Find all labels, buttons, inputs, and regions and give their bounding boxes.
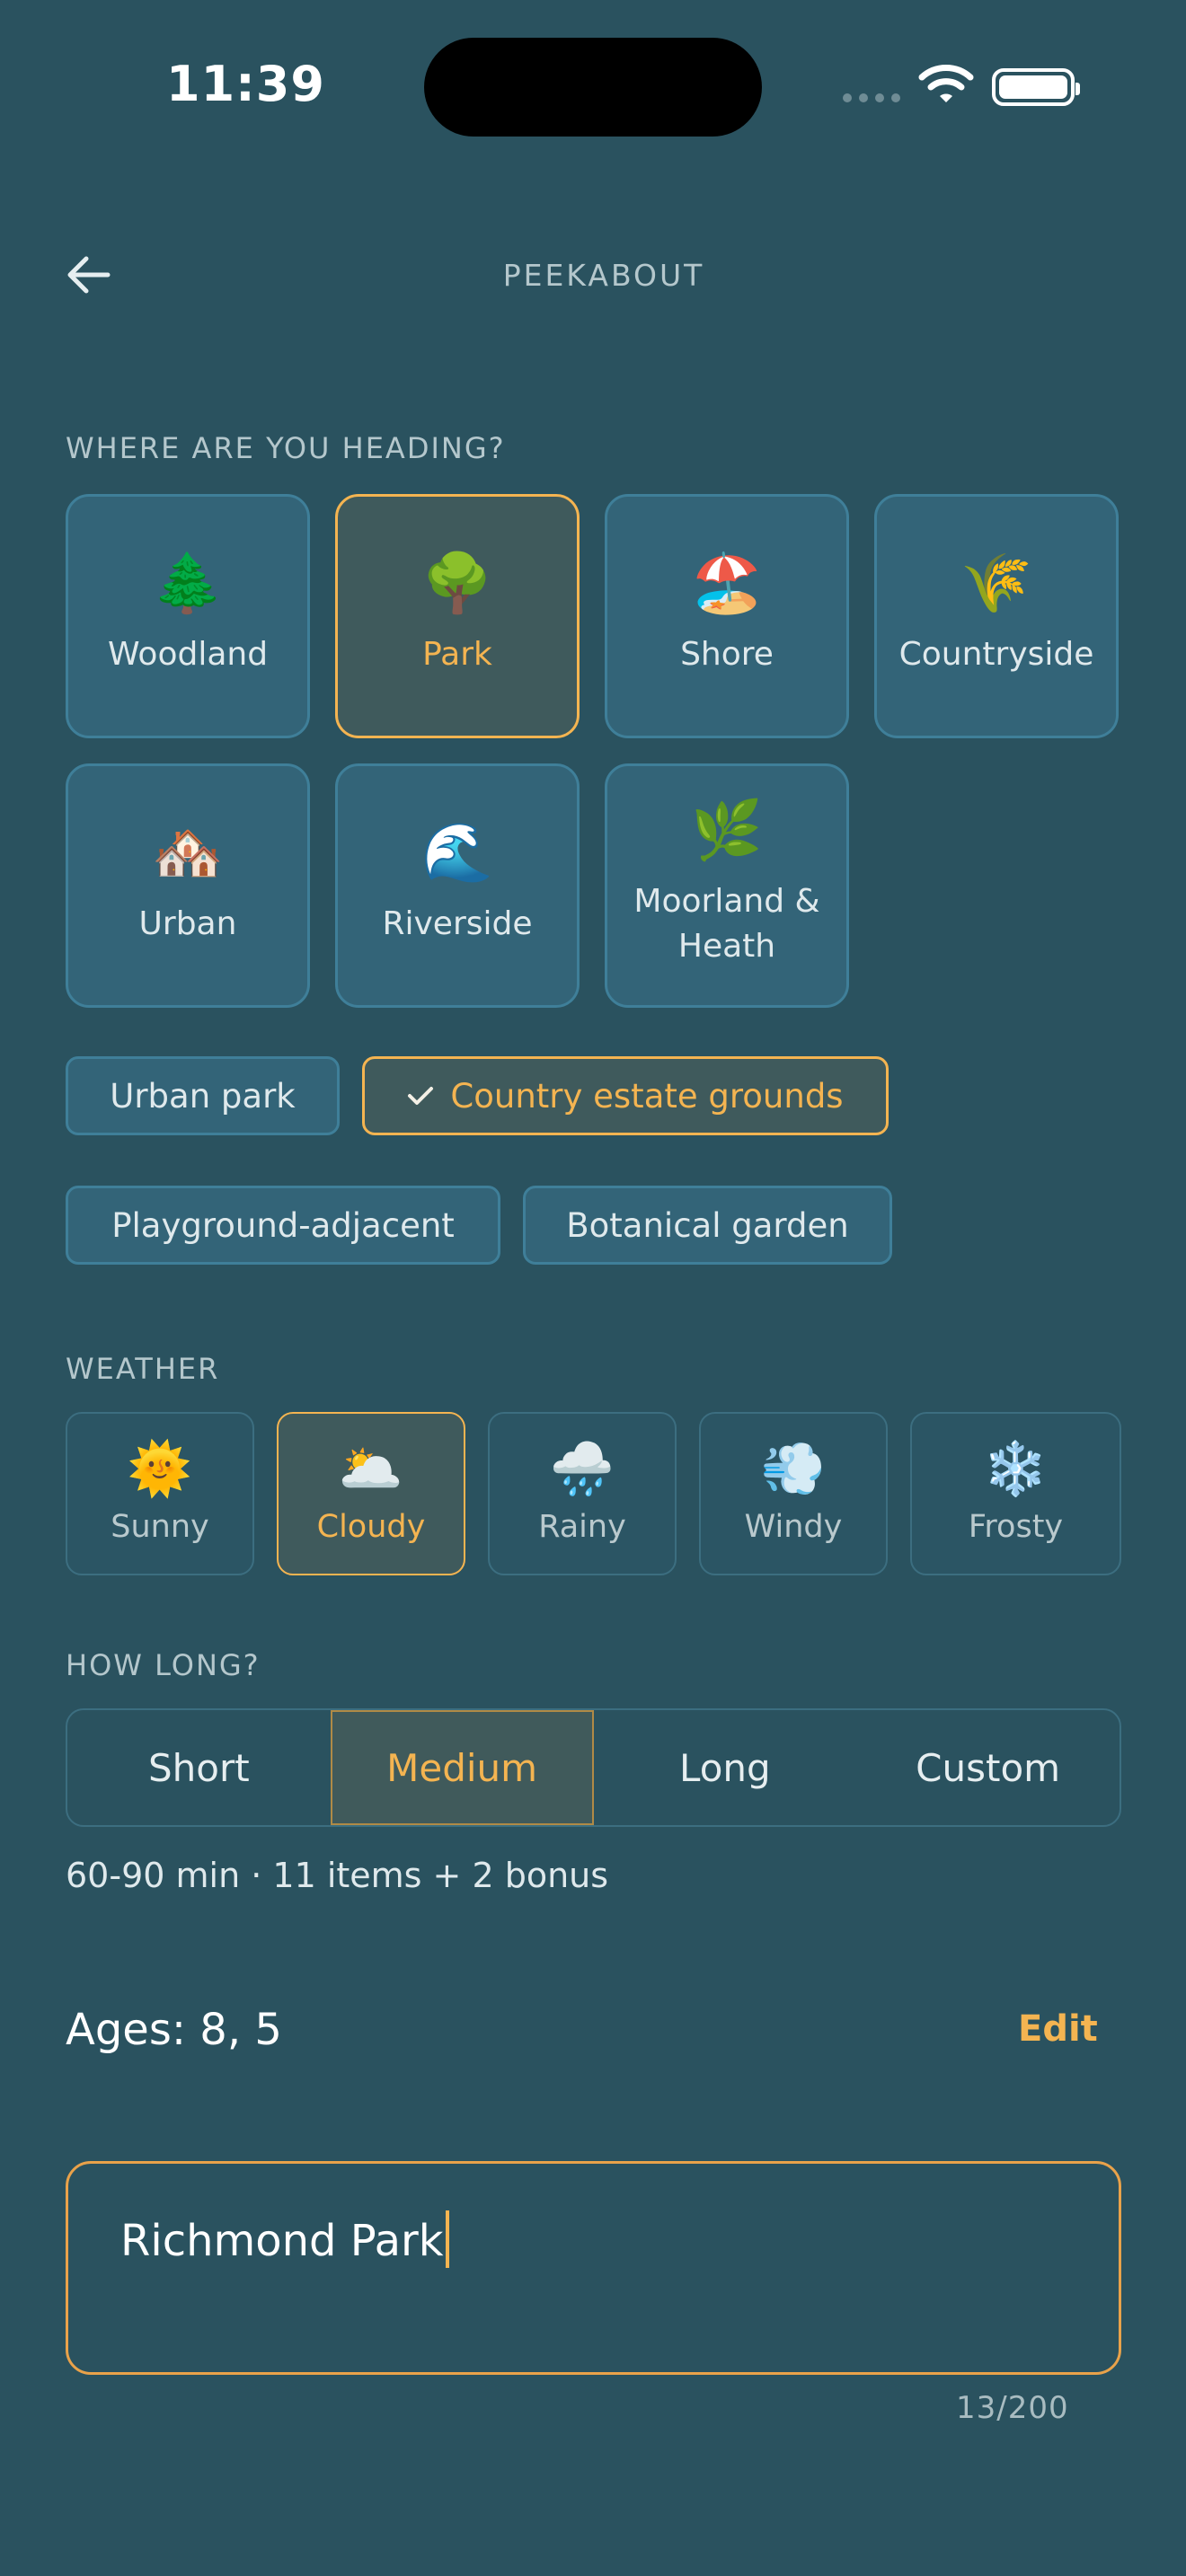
checkmark-icon — [408, 1087, 434, 1105]
destination-tile-park[interactable]: 🌳 Park — [335, 494, 580, 738]
tile-label: Countryside — [898, 635, 1094, 673]
ages-label: Ages: 8, 5 — [66, 2005, 282, 2055]
destination-tile-countryside[interactable]: 🌾 Countryside — [874, 494, 1119, 738]
destination-tile-woodland[interactable]: 🌲 Woodland — [66, 494, 310, 738]
battery-icon — [992, 68, 1080, 106]
weather-option-cloudy[interactable]: 🌥️ Cloudy — [277, 1412, 465, 1575]
chip-label: Country estate grounds — [450, 1076, 844, 1116]
weather-label: Cloudy — [316, 1509, 426, 1545]
weather-label: Rainy — [538, 1509, 626, 1545]
edit-ages-button[interactable]: Edit — [1018, 2008, 1098, 2050]
weather-option-sunny[interactable]: 🌞 Sunny — [66, 1412, 254, 1575]
destination-tile-shore[interactable]: 🏖️ Shore — [605, 494, 849, 738]
weather-label: Frosty — [968, 1509, 1064, 1545]
section-heading-duration: HOW LONG? — [66, 1648, 261, 1682]
subtype-chip-urban-park[interactable]: Urban park — [66, 1056, 340, 1135]
destination-tile-urban[interactable]: 🏘️ Urban — [66, 763, 310, 1008]
weather-label: Windy — [744, 1509, 843, 1545]
weather-option-rainy[interactable]: 🌧️ Rainy — [488, 1412, 677, 1575]
status-time: 11:39 — [166, 56, 325, 112]
herb-icon: 🌿 — [691, 797, 763, 864]
duration-option-medium[interactable]: Medium — [330, 1710, 594, 1825]
section-heading-weather: WEATHER — [66, 1352, 220, 1386]
chip-label: Botanical garden — [566, 1205, 849, 1245]
text-caret — [445, 2210, 449, 2268]
weather-option-windy[interactable]: 💨 Windy — [699, 1412, 888, 1575]
rain-cloud-icon: 🌧️ — [549, 1438, 615, 1499]
duration-option-short[interactable]: Short — [67, 1710, 331, 1825]
tile-label: Woodland — [107, 635, 269, 673]
chip-label: Urban park — [110, 1076, 296, 1116]
subtype-chip-country-estate[interactable]: Country estate grounds — [362, 1056, 889, 1135]
tile-label: Park — [422, 635, 492, 673]
snowflake-icon: ❄️ — [983, 1438, 1049, 1499]
destination-tile-moorland[interactable]: 🌿 Moorland & Heath — [605, 763, 849, 1008]
tree-icon: 🌲 — [152, 550, 224, 617]
section-heading-destination: WHERE ARE YOU HEADING? — [66, 431, 506, 465]
character-counter: 13/200 — [956, 2390, 1069, 2426]
destination-tile-riverside[interactable]: 🌊 Riverside — [335, 763, 580, 1008]
location-input[interactable]: Richmond Park — [66, 2161, 1121, 2375]
dynamic-island — [424, 38, 762, 137]
duration-option-long[interactable]: Long — [594, 1710, 857, 1825]
tile-label: Moorland & Heath — [633, 882, 820, 965]
weather-label: Sunny — [111, 1509, 209, 1545]
duration-option-custom[interactable]: Custom — [856, 1710, 1120, 1825]
houses-icon: 🏘️ — [152, 819, 224, 887]
sun-icon: 🌞 — [127, 1438, 193, 1499]
tile-label: Shore — [680, 635, 774, 673]
cloud-sun-icon: 🌥️ — [338, 1438, 404, 1499]
wifi-icon — [918, 63, 974, 108]
weather-option-frosty[interactable]: ❄️ Frosty — [910, 1412, 1121, 1575]
tile-label: Urban — [138, 904, 237, 942]
duration-segmented-control: Short Medium Long Custom — [66, 1708, 1121, 1827]
subtype-chip-botanical[interactable]: Botanical garden — [523, 1186, 892, 1265]
subtype-chip-playground[interactable]: Playground-adjacent — [66, 1186, 500, 1265]
wind-icon: 💨 — [760, 1438, 827, 1499]
wave-icon: 🌊 — [421, 819, 493, 887]
chip-label: Playground-adjacent — [111, 1205, 455, 1245]
beach-icon: 🏖️ — [691, 550, 763, 617]
deciduous-tree-icon: 🌳 — [421, 550, 493, 617]
wheat-icon: 🌾 — [960, 550, 1032, 617]
location-input-value: Richmond Park — [120, 2216, 444, 2266]
tile-label: Riverside — [382, 904, 533, 942]
duration-summary: 60-90 min · 11 items + 2 bonus — [66, 1856, 609, 1895]
cellular-signal-icon — [843, 93, 900, 102]
page-title: PEEKABOUT — [502, 258, 705, 293]
